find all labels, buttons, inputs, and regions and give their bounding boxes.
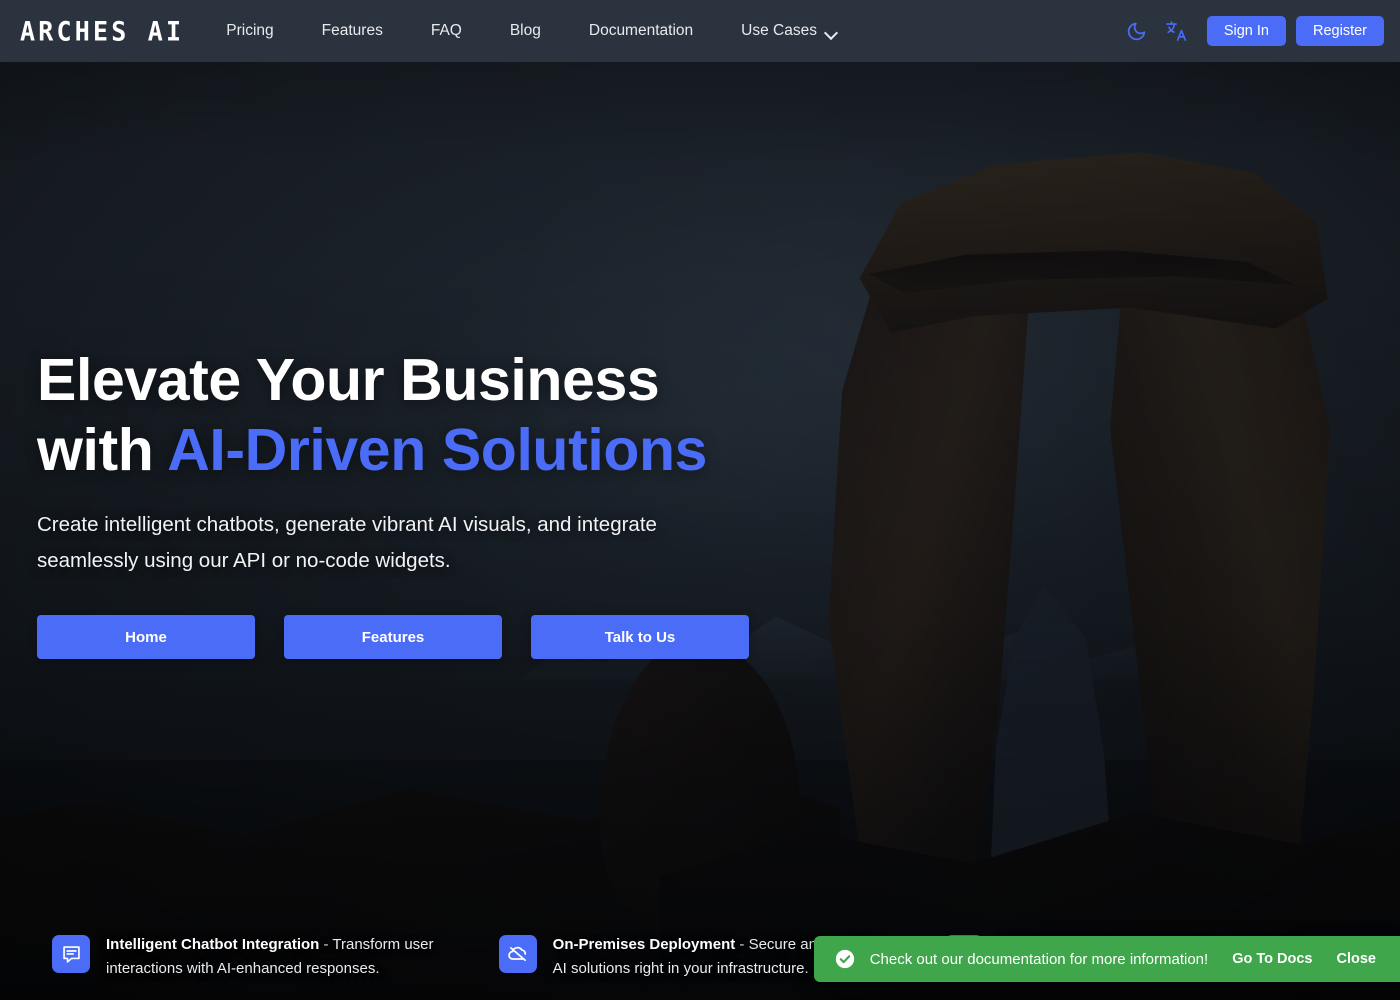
hero-title-line-2-accent: AI-Driven Solutions bbox=[167, 417, 708, 483]
register-button[interactable]: Register bbox=[1296, 16, 1384, 46]
feature-item-chatbot: Intelligent Chatbot Integration - Transf… bbox=[52, 933, 455, 981]
nav-link-blog[interactable]: Blog bbox=[486, 14, 565, 48]
check-circle-icon bbox=[834, 948, 856, 970]
go-to-docs-button[interactable]: Go To Docs bbox=[1232, 951, 1312, 967]
hero-button-group: Home Features Talk to Us bbox=[37, 615, 857, 659]
sign-in-button[interactable]: Sign In bbox=[1206, 16, 1286, 46]
page-root: ARCHES AI Pricing Features FAQ Blog Docu… bbox=[0, 0, 1400, 1000]
moon-icon[interactable] bbox=[1117, 11, 1157, 51]
nav-link-use-cases[interactable]: Use Cases bbox=[717, 14, 861, 48]
chevron-down-icon bbox=[826, 28, 837, 35]
hero-subtitle: Create intelligent chatbots, generate vi… bbox=[37, 513, 657, 572]
feature-separator-on-premises: - bbox=[735, 936, 749, 953]
hero-talk-to-us-button[interactable]: Talk to Us bbox=[531, 615, 749, 659]
hero-features-button[interactable]: Features bbox=[284, 615, 502, 659]
feature-title-chatbot: Intelligent Chatbot Integration bbox=[106, 936, 320, 953]
nav-link-pricing[interactable]: Pricing bbox=[202, 14, 297, 48]
top-navigation-bar: ARCHES AI Pricing Features FAQ Blog Docu… bbox=[0, 0, 1400, 62]
cloud-off-icon bbox=[498, 935, 537, 973]
nav-link-documentation[interactable]: Documentation bbox=[565, 14, 717, 48]
nav-actions: Sign In Register bbox=[1117, 11, 1384, 51]
hero-title: Elevate Your Business with AI-Driven Sol… bbox=[37, 345, 857, 485]
feature-separator-chatbot: - bbox=[319, 936, 333, 953]
hero-section: Elevate Your Business with AI-Driven Sol… bbox=[37, 345, 857, 659]
chat-bubble-icon bbox=[52, 935, 90, 973]
hero-title-line-1: Elevate Your Business bbox=[37, 347, 660, 413]
nav-link-features[interactable]: Features bbox=[298, 14, 407, 48]
feature-text-chatbot: Intelligent Chatbot Integration - Transf… bbox=[106, 933, 455, 981]
toast-close-button[interactable]: Close bbox=[1337, 951, 1377, 967]
documentation-toast: Check out our documentation for more inf… bbox=[813, 936, 1400, 982]
hero-title-line-2-prefix: with bbox=[37, 417, 168, 483]
hero-home-button[interactable]: Home bbox=[37, 615, 255, 659]
brand-logo[interactable]: ARCHES AI bbox=[20, 16, 184, 47]
translate-icon[interactable] bbox=[1157, 11, 1197, 51]
toast-message: Check out our documentation for more inf… bbox=[869, 950, 1209, 968]
nav-link-faq[interactable]: FAQ bbox=[407, 14, 486, 48]
feature-title-on-premises: On-Premises Deployment bbox=[552, 936, 736, 953]
nav-links: Pricing Features FAQ Blog Documentation … bbox=[202, 14, 861, 48]
nav-link-use-cases-label: Use Cases bbox=[741, 22, 817, 39]
